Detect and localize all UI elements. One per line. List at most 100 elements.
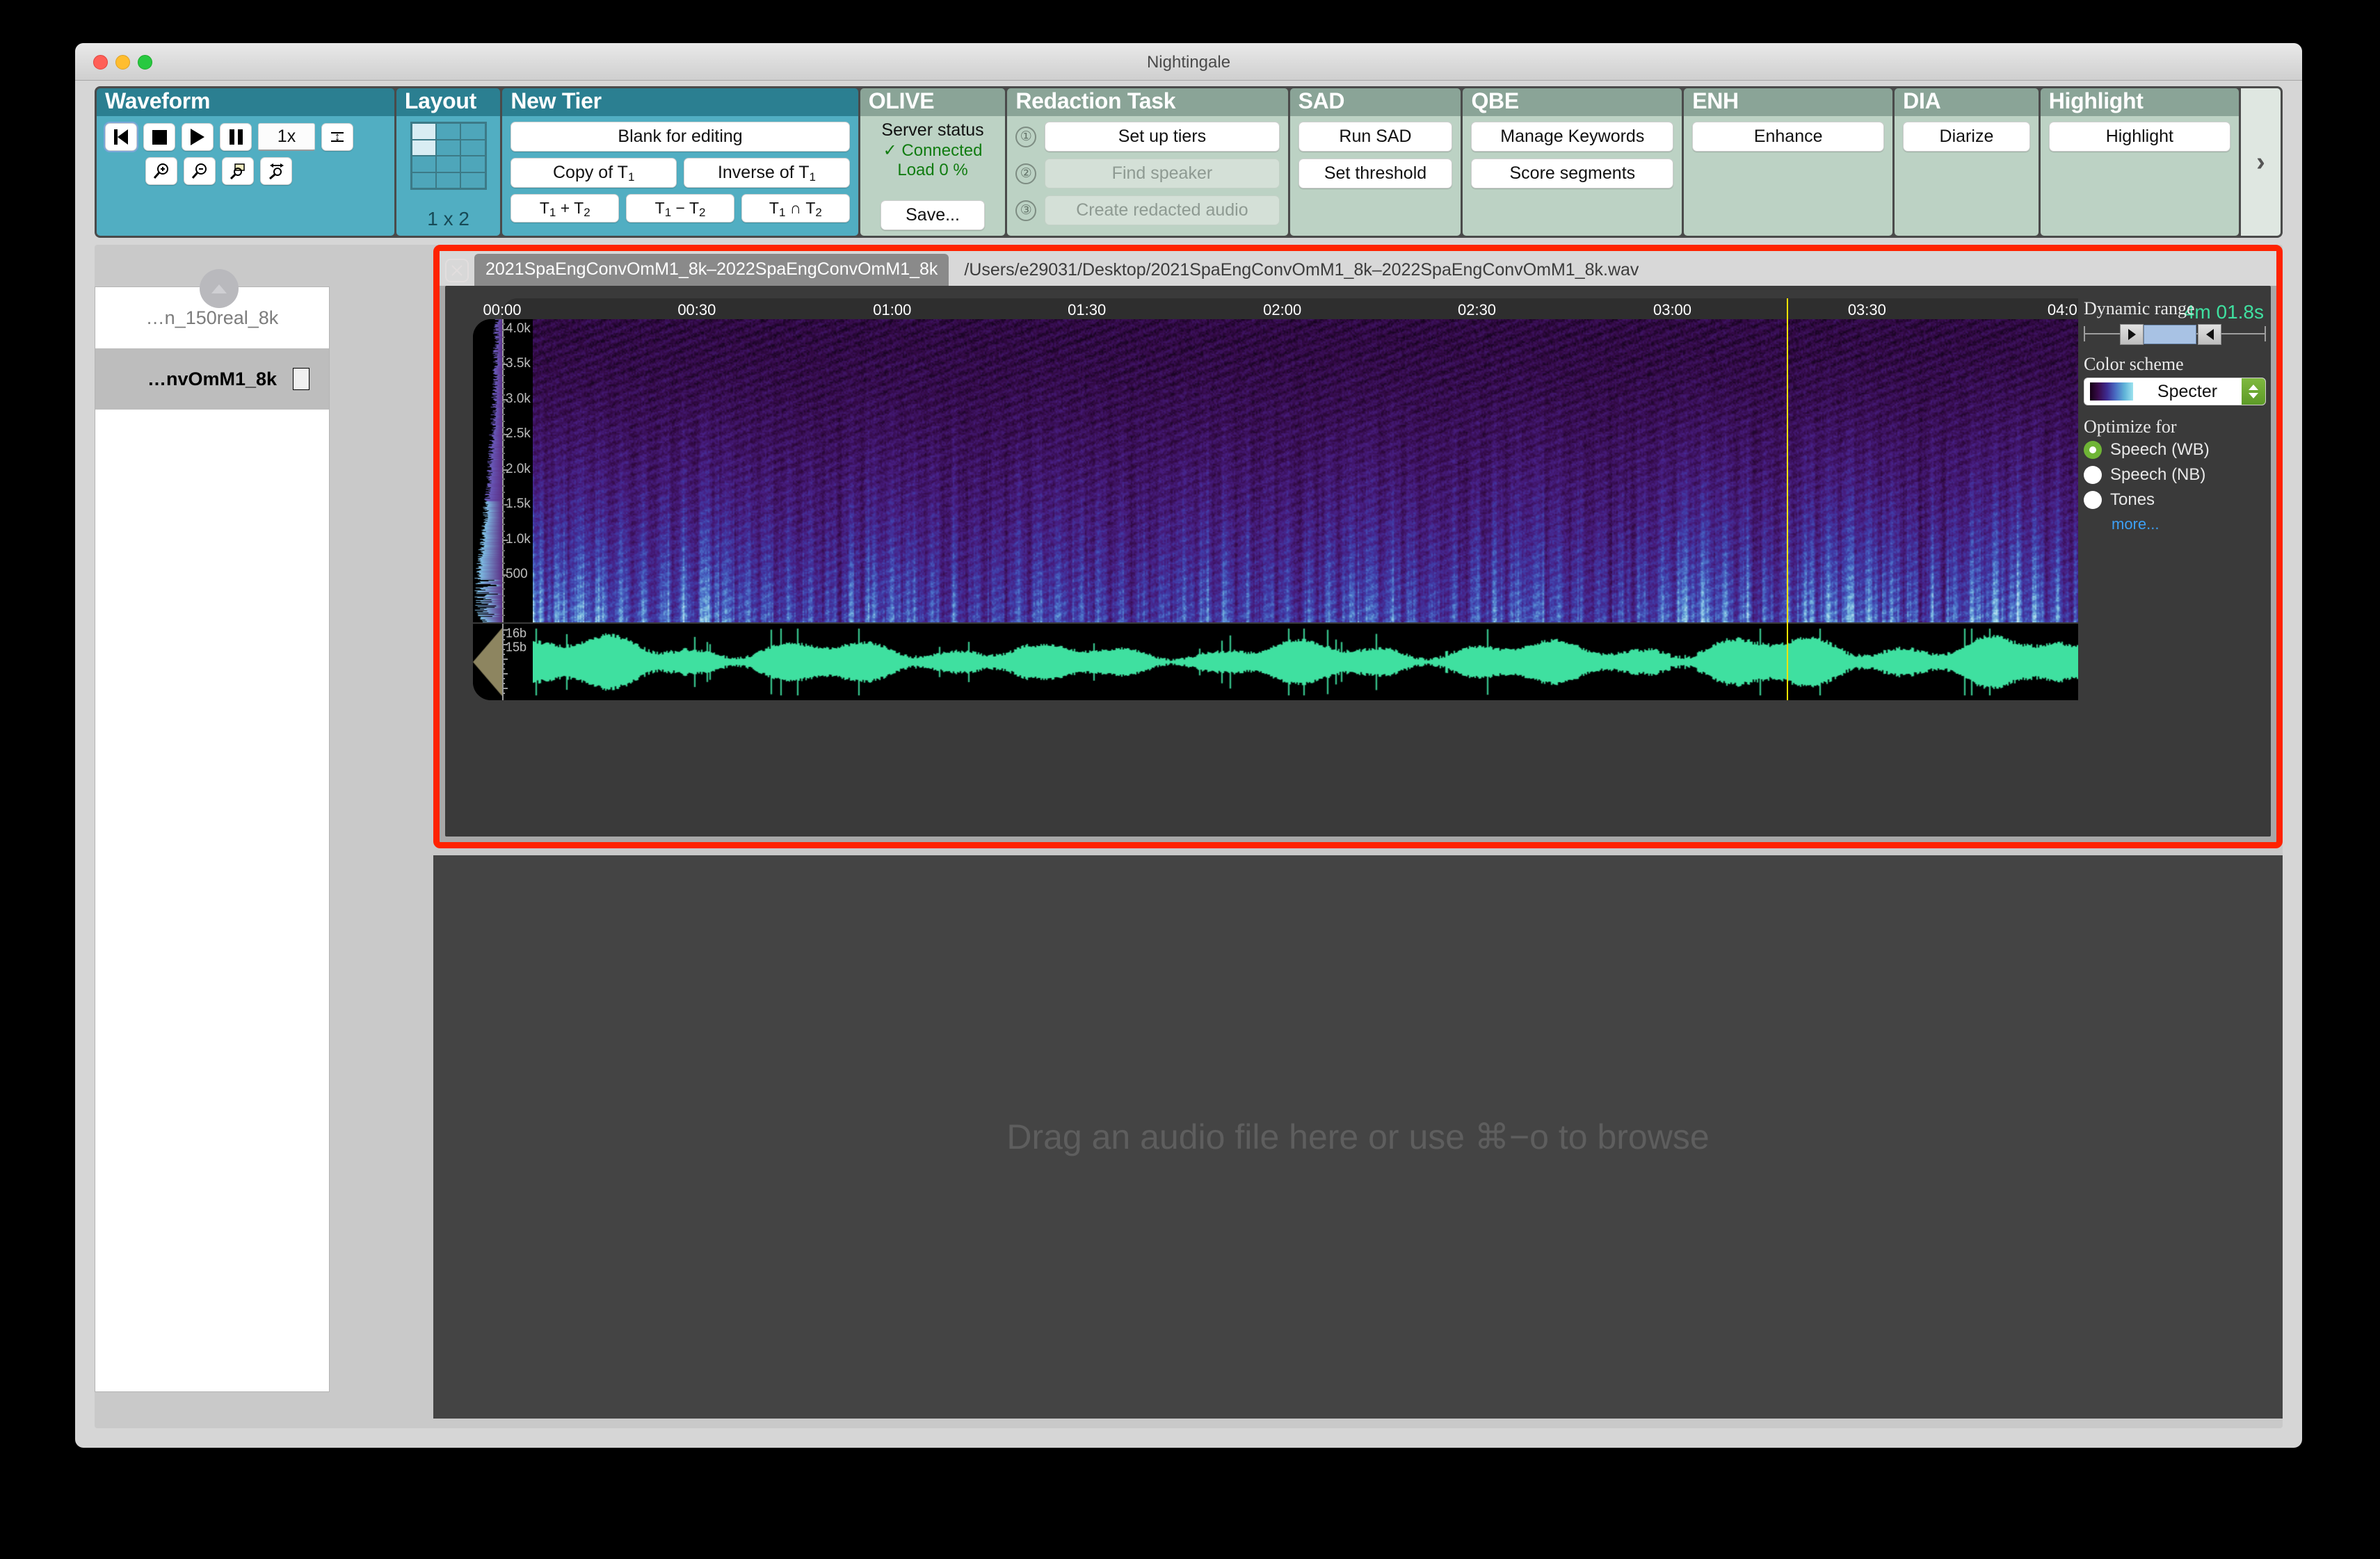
chevron-up-icon xyxy=(2249,385,2258,390)
pause-button[interactable] xyxy=(220,123,252,151)
layout-cell[interactable] xyxy=(437,173,460,188)
vertical-expand-button[interactable]: ↕ xyxy=(321,123,353,151)
layout-cell[interactable] xyxy=(437,124,460,139)
frequency-axis-minor-tick xyxy=(502,608,505,609)
ruler-time-label: 02:30 xyxy=(1458,301,1496,319)
slider-thumb-high[interactable] xyxy=(2198,324,2221,345)
tab-active[interactable]: 2021SpaEngConvOmM1_8k–2022SpaEngConvOmM1… xyxy=(474,254,949,286)
set-threshold-button[interactable]: Set threshold xyxy=(1298,159,1453,188)
int-b-sub: 2 xyxy=(815,206,821,219)
frequency-axis-minor-tick xyxy=(502,595,505,597)
slider-cap-right xyxy=(2265,326,2266,341)
waveform-canvas[interactable] xyxy=(533,624,2078,700)
playhead-cursor[interactable] xyxy=(1787,298,1788,700)
dynamic-range-label: Dynamic range xyxy=(2084,298,2266,319)
highlight-button[interactable]: Highlight xyxy=(2049,122,2230,152)
layout-cell[interactable] xyxy=(412,124,435,139)
radio-icon[interactable] xyxy=(2084,491,2102,509)
color-ramp-swatch xyxy=(2090,382,2133,401)
olive-save-button[interactable]: Save... xyxy=(881,200,985,230)
layout-cell[interactable] xyxy=(461,124,484,139)
layout-cell[interactable] xyxy=(412,140,435,156)
int-a: T xyxy=(769,199,779,217)
list-item[interactable]: …nvOmM1_8k xyxy=(95,348,329,410)
playback-speed-input[interactable]: 1x xyxy=(258,123,315,151)
create-redacted-audio-button[interactable]: Create redacted audio xyxy=(1045,195,1279,225)
layout-cell[interactable] xyxy=(412,173,435,188)
toolbar-overflow-chevron-right-icon[interactable]: › xyxy=(2241,88,2281,236)
stop-button[interactable] xyxy=(143,123,175,151)
radio-speech-wb[interactable]: Speech (WB) xyxy=(2084,440,2266,460)
enhance-button[interactable]: Enhance xyxy=(1692,122,1884,152)
close-icon[interactable] xyxy=(445,259,469,282)
new-tier-union-button[interactable]: T1 + T2 xyxy=(510,194,619,223)
amplitude-axis-tick xyxy=(502,683,505,684)
ruler-time-label: 04:0 xyxy=(2048,301,2077,319)
frequency-axis-minor-tick xyxy=(502,466,505,467)
int-a-sub: 1 xyxy=(779,206,785,219)
amplitude-axis-tick xyxy=(502,678,505,679)
layout-cell[interactable] xyxy=(437,140,460,156)
layout-cell[interactable] xyxy=(412,156,435,172)
dynamic-range-slider[interactable] xyxy=(2084,322,2266,346)
optimize-for-label: Optimize for xyxy=(2084,417,2266,437)
spectrogram-controls: Dynamic range Color scheme Specter xyxy=(2084,298,2266,827)
radio-speech-nb[interactable]: Speech (NB) xyxy=(2084,465,2266,485)
vertical-expand-icon: ↕ xyxy=(331,132,344,142)
file-item-label: …n_150real_8k xyxy=(146,307,279,329)
amplitude-axis-tick xyxy=(502,688,508,689)
new-tier-blank-button[interactable]: Blank for editing xyxy=(510,122,849,152)
ruler-time-label: 03:30 xyxy=(1848,301,1886,319)
find-speaker-button[interactable]: Find speaker xyxy=(1045,159,1279,188)
zoom-out-button[interactable] xyxy=(184,157,216,185)
frequency-axis-minor-tick xyxy=(502,388,505,389)
frequency-axis-minor-tick xyxy=(502,356,505,357)
sidebar-collapse-handle[interactable] xyxy=(200,269,239,308)
set-up-tiers-button[interactable]: Set up tiers xyxy=(1045,122,1279,152)
layout-cell[interactable] xyxy=(461,140,484,156)
layout-cell[interactable] xyxy=(461,173,484,188)
file-list-sidebar: …n_150real_8k …nvOmM1_8k xyxy=(95,286,330,1392)
manage-keywords-button[interactable]: Manage Keywords xyxy=(1471,122,1673,152)
audio-dropzone[interactable]: Drag an audio file here or use ⌘−o to br… xyxy=(433,855,2283,1419)
spectrogram-canvas[interactable] xyxy=(533,319,2078,622)
dropzone-label: Drag an audio file here or use ⌘−o to br… xyxy=(1006,1117,1709,1157)
ruler-time-label: 02:00 xyxy=(1263,301,1301,319)
zoom-in-button[interactable] xyxy=(145,157,177,185)
spectrogram-panel[interactable]: 4.0k3.5k3.0k2.5k2.0k1.5k1.0k500 xyxy=(473,319,2078,622)
waveform-panel[interactable]: 16b15b xyxy=(473,624,2078,700)
layout-grid-picker[interactable] xyxy=(410,122,487,190)
int-op: ∩ T xyxy=(785,199,815,217)
frequency-axis-minor-tick xyxy=(502,543,505,544)
more-options-link[interactable]: more... xyxy=(2112,515,2266,533)
radio-tones[interactable]: Tones xyxy=(2084,490,2266,510)
union-a: T xyxy=(540,199,549,217)
stepper-button[interactable] xyxy=(2242,378,2265,405)
tab-bar: 2021SpaEngConvOmM1_8k–2022SpaEngConvOmM1… xyxy=(440,251,2276,286)
play-icon xyxy=(191,129,204,145)
zoom-selection-button[interactable] xyxy=(222,157,254,185)
frequency-axis-minor-tick xyxy=(502,394,505,396)
new-tier-inverse-button[interactable]: Inverse of T1 xyxy=(684,158,850,188)
play-button[interactable] xyxy=(182,123,214,151)
score-segments-button[interactable]: Score segments xyxy=(1471,159,1673,188)
run-sad-button[interactable]: Run SAD xyxy=(1298,122,1453,152)
audio-viewer[interactable]: 00:0000:3001:0001:3002:0002:3003:0003:30… xyxy=(445,286,2271,837)
layout-cell[interactable] xyxy=(461,156,484,172)
new-tier-copy-button[interactable]: Copy of T1 xyxy=(510,158,677,188)
diarize-button[interactable]: Diarize xyxy=(1903,122,2030,152)
radio-icon-selected[interactable] xyxy=(2084,441,2102,459)
radio-icon[interactable] xyxy=(2084,466,2102,484)
color-scheme-select[interactable]: Specter xyxy=(2084,378,2266,405)
slider-thumb-low[interactable] xyxy=(2120,324,2144,345)
new-tier-difference-button[interactable]: T1 − T2 xyxy=(626,194,734,223)
toolbar-group-highlight: Highlight Highlight xyxy=(2041,88,2239,236)
new-tier-intersect-button[interactable]: T1 ∩ T2 xyxy=(741,194,850,223)
frequency-axis-tick xyxy=(502,399,508,401)
layout-cell[interactable] xyxy=(437,156,460,172)
arrow-left-icon xyxy=(2206,329,2214,340)
skip-back-button[interactable] xyxy=(105,123,137,151)
amplitude-axis-tick xyxy=(502,649,505,650)
zoom-fit-button[interactable] xyxy=(260,157,292,185)
frequency-axis-minor-tick xyxy=(502,337,505,338)
